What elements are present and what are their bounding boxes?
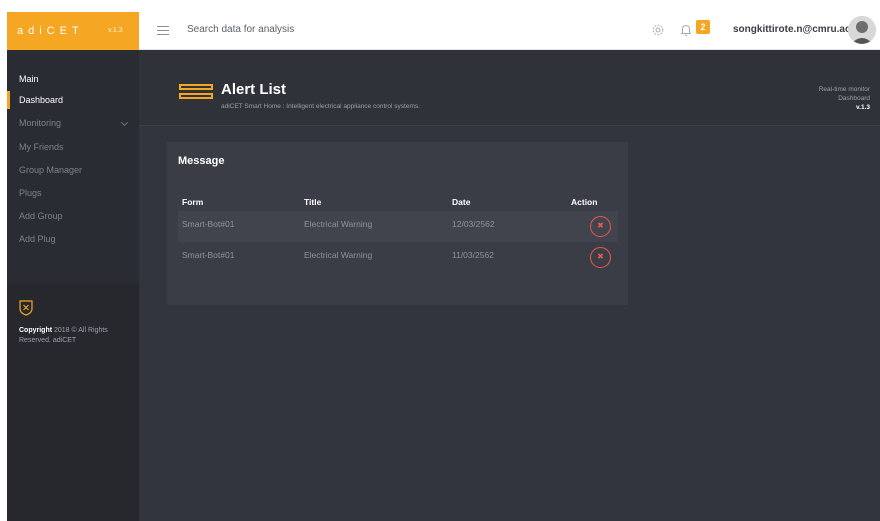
sidebar-item-label: Add Group	[19, 211, 63, 221]
sidebar-item-dashboard[interactable]: Dashboard	[7, 91, 139, 109]
table-row: Smart-Bot#01 Electrical Warning 12/03/25…	[178, 211, 618, 242]
bell-icon[interactable]	[679, 23, 693, 37]
main-content: Alert List adiCET Smart Home : Intellige…	[139, 50, 880, 521]
sidebar-item-add-plug[interactable]: Add Plug	[7, 230, 139, 248]
sidebar-item-label: Add Plug	[19, 234, 56, 244]
cell-form: Smart-Bot#01	[182, 219, 235, 229]
sidebar-heading: Main	[19, 74, 39, 84]
card-title: Message	[178, 155, 225, 167]
top-bar: Search data for analysis 2 songkittirote…	[139, 12, 880, 50]
brand-logo[interactable]: adiCET v.1.3	[7, 12, 139, 50]
sidebar-item-label: My Friends	[19, 142, 64, 152]
user-email[interactable]: songkittirote.n@cmru.ac.th	[733, 24, 863, 35]
page-frame: adiCET v.1.3 Search data for analysis 2 …	[0, 0, 880, 521]
page-header: Alert List adiCET Smart Home : Intellige…	[139, 50, 880, 126]
column-header-form: Form	[182, 197, 204, 207]
delete-button[interactable]: ✖	[590, 247, 611, 268]
sidebar-nav: Main Dashboard Monitoring My Friends Gro…	[7, 50, 139, 284]
sidebar-item-label: Monitoring	[19, 118, 62, 128]
page-title: Alert List	[221, 81, 287, 98]
shield-icon	[19, 300, 33, 316]
monitor-page: Dashboard	[838, 95, 870, 102]
sidebar-item-group-manager[interactable]: Group Manager	[7, 161, 139, 179]
table-row: Smart-Bot#01 Electrical Warning 11/03/25…	[178, 242, 618, 273]
list-icon	[179, 84, 213, 110]
column-header-date: Date	[452, 197, 471, 207]
brand-name: adiCET	[17, 25, 84, 37]
sidebar-item-label: Group Manager	[19, 165, 83, 175]
chevron-down-icon	[120, 118, 129, 127]
cell-form: Smart-Bot#01	[182, 250, 235, 260]
brand-version: v.1.3	[108, 27, 123, 34]
sidebar-item-my-friends[interactable]: My Friends	[7, 138, 139, 156]
close-icon: ✖	[597, 252, 604, 261]
sidebar-item-label: Plugs	[19, 188, 42, 198]
monitor-label: Real-time monitor	[818, 86, 870, 93]
notification-count-badge[interactable]: 2	[696, 20, 710, 34]
sidebar-item-plugs[interactable]: Plugs	[7, 184, 139, 202]
cell-title: Electrical Warning	[304, 250, 373, 260]
cell-date: 11/03/2562	[452, 250, 494, 260]
column-header-title: Title	[304, 197, 322, 207]
page-subtitle: adiCET Smart Home : Intelligent electric…	[221, 103, 420, 110]
cell-title: Electrical Warning	[304, 219, 373, 229]
copyright-label: Copyright	[19, 327, 53, 334]
copyright-text: Copyright 2018 © All Rights Reserved. ad…	[19, 326, 137, 346]
column-header-action: Action	[571, 197, 598, 207]
sidebar: Main Dashboard Monitoring My Friends Gro…	[7, 50, 139, 521]
close-icon: ✖	[597, 221, 604, 230]
cell-date: 12/03/2562	[452, 219, 495, 229]
breadcrumb: Real-time monitor Dashboard v.1.3	[819, 85, 870, 112]
delete-button[interactable]: ✖	[590, 216, 611, 237]
search-input[interactable]: Search data for analysis	[187, 24, 294, 35]
hamburger-menu-icon[interactable]	[157, 26, 169, 36]
avatar[interactable]	[848, 16, 876, 44]
monitor-version: v.1.3	[856, 104, 870, 111]
message-card: Message Form Title Date Action Smart-Bot…	[167, 142, 628, 305]
gear-icon[interactable]	[651, 23, 665, 37]
sidebar-item-monitoring[interactable]: Monitoring	[7, 114, 139, 132]
sidebar-item-label: Dashboard	[19, 95, 64, 105]
sidebar-item-add-group[interactable]: Add Group	[7, 207, 139, 225]
